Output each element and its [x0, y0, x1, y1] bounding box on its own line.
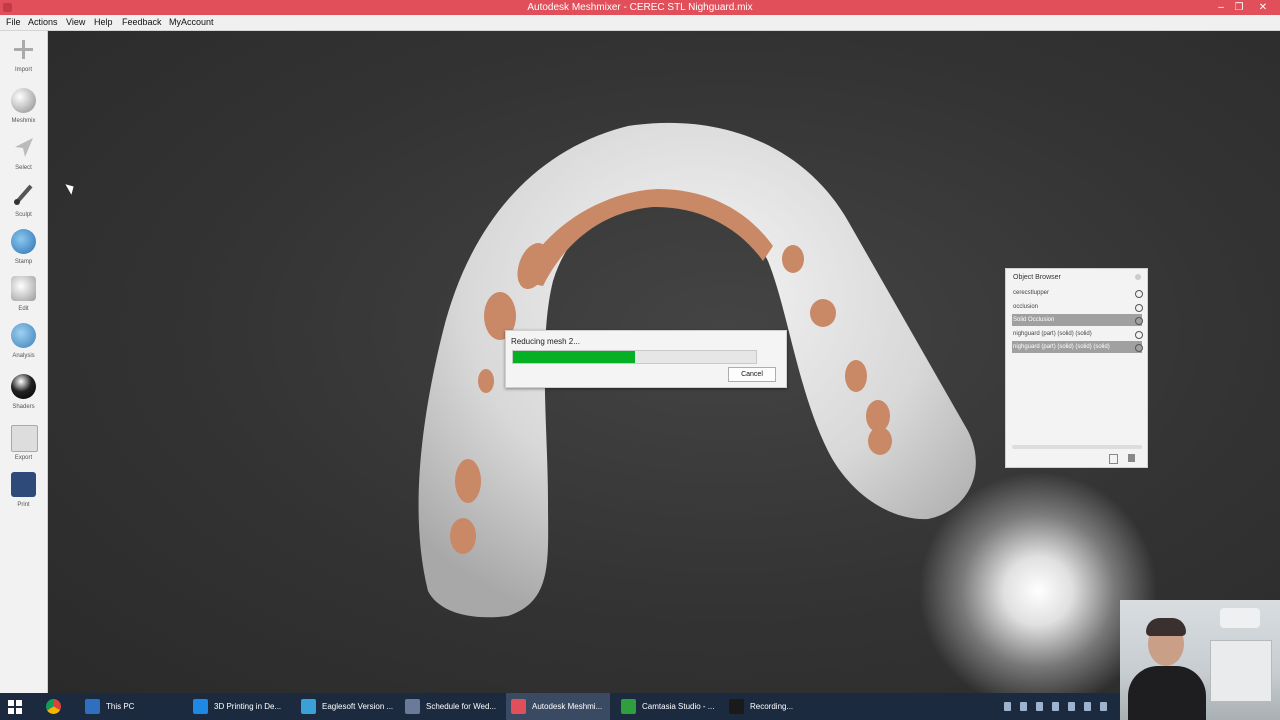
edit-icon — [11, 276, 36, 301]
tool-label: Shaders — [12, 404, 35, 410]
select-arrow-icon — [11, 135, 36, 160]
meshmixer-app-icon — [3, 3, 12, 12]
object-name: Solid Occlusion — [1013, 317, 1055, 323]
taskbar-item[interactable]: Recording... — [724, 693, 828, 720]
visibility-icon[interactable] — [1135, 317, 1143, 325]
taskbar-item[interactable]: 3D Printing in De... — [188, 693, 292, 720]
tool-label: Import — [14, 67, 32, 73]
object-browser-panel: Object Browser cerecstlupper occlusion Sol… — [1005, 268, 1148, 468]
taskbar-item-label: Autodesk Meshmi... — [532, 702, 603, 711]
progress-bar-fill — [513, 351, 635, 363]
object-list-item[interactable]: nighguard (part) (solid) (solid) — [1012, 328, 1143, 340]
brush-icon — [11, 182, 36, 207]
tool-label: Print — [17, 502, 30, 508]
menu-actions[interactable]: Actions — [28, 15, 58, 30]
tray-icon[interactable] — [1100, 702, 1107, 711]
tool-label: Stamp — [14, 259, 33, 265]
schedule-icon — [405, 699, 420, 714]
taskbar-item[interactable]: Eaglesoft Version ... — [296, 693, 400, 720]
recording-icon — [729, 699, 744, 714]
tray-icon[interactable] — [1084, 702, 1091, 711]
taskbar-item[interactable]: Schedule for Wed... — [400, 693, 504, 720]
ie-icon — [193, 699, 208, 714]
restore-icon[interactable]: ❐ — [1230, 0, 1248, 15]
visibility-icon[interactable] — [1135, 330, 1143, 339]
printer-icon — [11, 472, 36, 497]
windows-taskbar: This PC 3D Printing in De... Eaglesoft Ver… — [0, 693, 1280, 720]
tray-icon[interactable] — [1020, 702, 1027, 711]
tool-palette: Import Meshmix Select Sculpt Stamp Edit … — [0, 31, 48, 693]
cancel-button[interactable]: Cancel — [728, 367, 776, 382]
window-title: Autodesk Meshmixer - CEREC STL Nighguard… — [527, 2, 753, 13]
tool-label: Select — [15, 165, 32, 171]
progress-title: Reducing mesh 2... — [511, 337, 580, 346]
progress-dialog: Reducing mesh 2... Cancel — [505, 330, 787, 388]
object-browser-title: Object Browser — [1013, 274, 1061, 281]
visibility-icon[interactable] — [1135, 290, 1143, 298]
tray-icon[interactable] — [1004, 702, 1011, 711]
3d-viewport[interactable]: Reducing mesh 2... Cancel Object Browser… — [48, 31, 1280, 693]
chrome-icon[interactable] — [46, 699, 61, 714]
object-name: cerecstlupper — [1013, 290, 1050, 296]
camtasia-icon — [621, 699, 636, 714]
person-body-image — [1128, 666, 1206, 720]
analysis-icon — [11, 323, 36, 348]
menu-feedback[interactable]: Feedback — [122, 15, 162, 30]
taskbar-item-label: This PC — [106, 702, 135, 711]
close-icon[interactable]: ✕ — [1254, 0, 1272, 15]
window-title-bar: Autodesk Meshmixer - CEREC STL Nighguard… — [0, 0, 1280, 15]
menu-myaccount[interactable]: MyAccount — [169, 15, 214, 30]
duplicate-icon[interactable] — [1109, 454, 1118, 464]
taskbar-item-label: Camtasia Studio - ... — [642, 702, 715, 711]
object-list-item[interactable]: nighguard (part) (solid) (solid) (solid) — [1012, 341, 1143, 353]
taskbar-item-label: 3D Printing in De... — [214, 702, 282, 711]
plus-icon — [11, 37, 36, 62]
taskbar-item-label: Recording... — [750, 702, 794, 711]
menu-view[interactable]: View — [66, 15, 85, 30]
tool-label: Edit — [18, 306, 29, 312]
visibility-icon[interactable] — [1135, 303, 1143, 312]
export-icon — [11, 425, 38, 452]
tray-icon[interactable] — [1068, 702, 1075, 711]
taskbar-item[interactable]: Autodesk Meshmi... — [506, 693, 610, 720]
object-list-item[interactable]: cerecstlupper — [1012, 287, 1143, 299]
tool-label: Meshmix — [11, 118, 36, 124]
close-icon[interactable] — [1135, 274, 1141, 280]
menu-file[interactable]: File — [6, 15, 21, 30]
taskbar-item-label: Schedule for Wed... — [426, 702, 497, 711]
stamp-icon — [11, 229, 36, 254]
windows-start-icon[interactable] — [8, 700, 22, 714]
menu-bar: File Actions View Help Feedback MyAccoun… — [0, 15, 1280, 31]
tool-label: Export — [14, 455, 33, 461]
taskbar-item[interactable]: Camtasia Studio - ... — [616, 693, 720, 720]
object-name: nighguard (part) (solid) (solid) — [1013, 330, 1092, 337]
horizontal-scrollbar[interactable] — [1012, 445, 1142, 449]
tool-label: Analysis — [12, 353, 35, 359]
object-list-item[interactable]: occlusion — [1012, 301, 1143, 313]
cabinet-image — [1210, 640, 1272, 702]
object-list-item[interactable]: Solid Occlusion — [1012, 314, 1143, 326]
taskbar-item-label: Eaglesoft Version ... — [322, 702, 394, 711]
tray-icon[interactable] — [1036, 702, 1043, 711]
object-name: occlusion — [1013, 303, 1039, 310]
lamp-image — [1220, 608, 1260, 628]
meshmixer-icon — [511, 699, 526, 714]
folder-icon — [85, 699, 100, 714]
trash-icon[interactable] — [1128, 454, 1135, 462]
shader-sphere-icon — [11, 374, 36, 399]
taskbar-item[interactable]: This PC — [80, 693, 184, 720]
tray-icon[interactable] — [1052, 702, 1059, 711]
meshmix-icon — [11, 88, 36, 113]
minimize-icon[interactable]: – — [1212, 0, 1230, 15]
system-tray — [1004, 702, 1114, 712]
tool-label: Sculpt — [15, 212, 32, 218]
object-name: nighguard (part) (solid) (solid) (solid) — [1013, 344, 1110, 350]
eaglesoft-icon — [301, 699, 316, 714]
menu-help[interactable]: Help — [94, 15, 113, 30]
progress-bar — [512, 350, 757, 364]
person-hair-image — [1146, 618, 1186, 636]
webcam-overlay — [1120, 600, 1280, 720]
visibility-icon[interactable] — [1135, 344, 1143, 352]
